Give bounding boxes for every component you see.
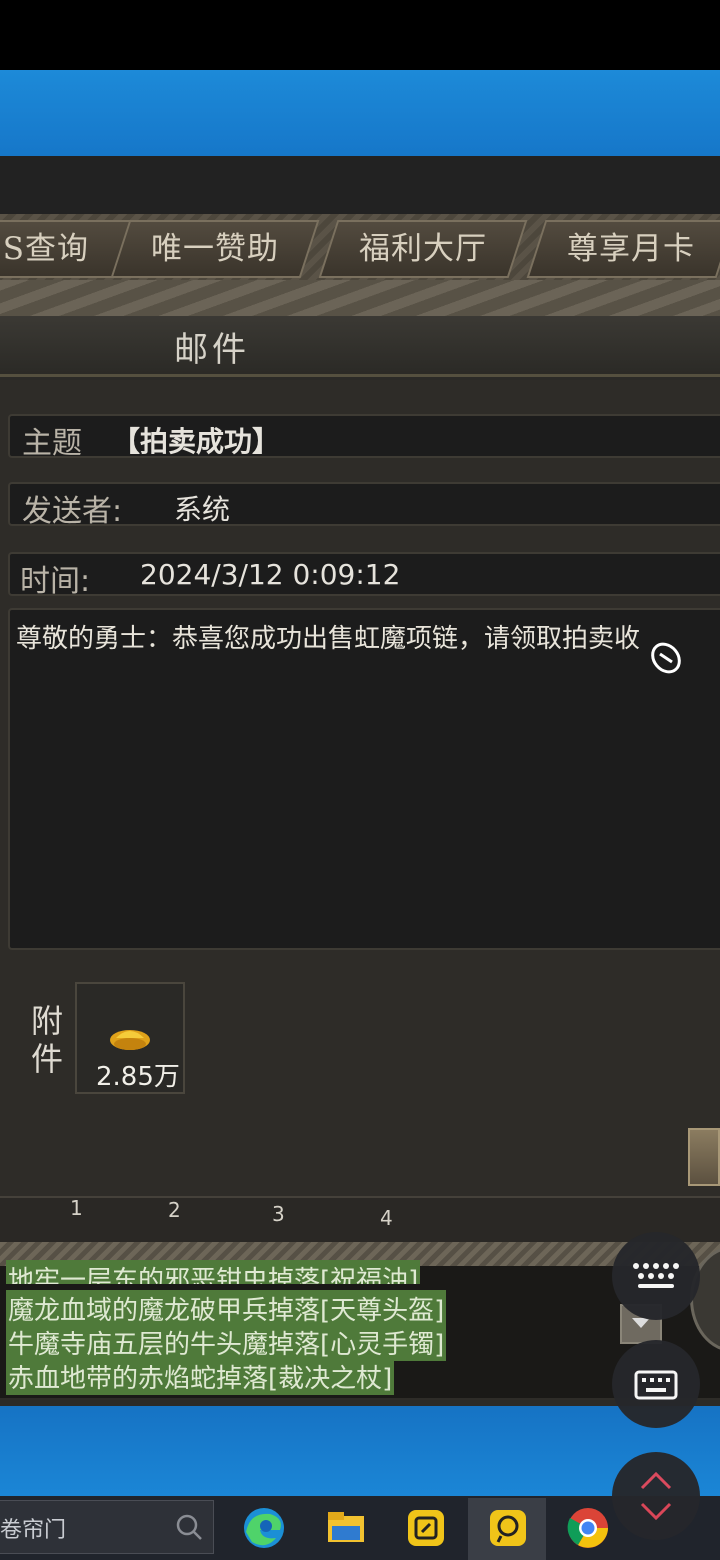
tab-sponsor[interactable]: 唯一赞助 (110, 220, 320, 278)
chat-line: 赤血地带的赤焰蛇掉落[裁决之杖] (6, 1358, 395, 1395)
time-label: 时间: (20, 564, 91, 599)
sender-value: 系统 (174, 493, 231, 526)
touch-cursor-icon (651, 642, 681, 674)
keyboard-layout-button[interactable] (612, 1340, 700, 1428)
expand-collapse-button[interactable] (612, 1452, 700, 1540)
tab-label: 福利大厅 (359, 231, 487, 267)
chat-line: 牛魔寺庙五层的牛头魔掉落[心灵手镯] (6, 1324, 447, 1361)
app-icon-yellow[interactable] (402, 1504, 450, 1552)
sender-label: 发送者: (22, 494, 123, 529)
chevron-up-down-icon (640, 1471, 672, 1521)
stone-border (0, 280, 720, 318)
tab-welfare-hall[interactable]: 福利大厅 (318, 220, 528, 278)
chat-line: 地牢一层东的邪恶钳虫掉落[祝福油] (6, 1260, 421, 1284)
search-icon (176, 1514, 202, 1540)
tab-label: SS查询 (0, 231, 89, 267)
page-1[interactable]: 1 (70, 1196, 83, 1220)
mail-content-box (8, 608, 720, 950)
keyboard-icon (634, 1370, 678, 1400)
page-4[interactable]: 4 (380, 1206, 393, 1230)
attachment-amount: 2.85万 (96, 1062, 180, 1092)
mail-title-bar (0, 316, 720, 377)
subject-label: 主题 (22, 426, 82, 461)
subject-value: 【拍卖成功】 (112, 425, 281, 458)
status-bar-area (0, 0, 720, 70)
keyboard-dots-icon (633, 1263, 679, 1288)
gold-ingot-icon (110, 1030, 150, 1050)
game-window: SS查询 唯一赞助 福利大厅 尊享月卡 邮件 主题 【拍卖成功】 发送者: 系统… (0, 156, 720, 1406)
edge-icon[interactable] (240, 1504, 288, 1552)
desktop-background-top (0, 70, 720, 156)
file-explorer-icon[interactable] (322, 1504, 370, 1552)
game-header (0, 156, 720, 214)
page-3[interactable]: 3 (272, 1202, 285, 1226)
tab-monthly-card[interactable]: 尊享月卡 (526, 220, 720, 278)
keyboard-toggle-button[interactable] (612, 1232, 700, 1320)
page-2[interactable]: 2 (168, 1198, 181, 1222)
tab-label: 尊享月卡 (567, 231, 695, 267)
side-button[interactable] (688, 1128, 720, 1186)
tab-label: 唯一赞助 (151, 231, 279, 267)
chat-line: 魔龙血域的魔龙破甲兵掉落[天尊头盔] (6, 1290, 447, 1327)
app-icon-active[interactable] (484, 1504, 532, 1552)
mail-title: 邮件 (174, 330, 250, 370)
mail-content-text: 尊敬的勇士：恭喜您成功出售虹魔项链，请领取拍卖收 (16, 624, 641, 654)
search-text: 卷帘门 (0, 1518, 67, 1543)
chrome-icon[interactable] (564, 1504, 612, 1552)
attachment-label: 附件 (30, 1002, 63, 1078)
time-value: 2024/3/12 0:09:12 (140, 558, 401, 591)
